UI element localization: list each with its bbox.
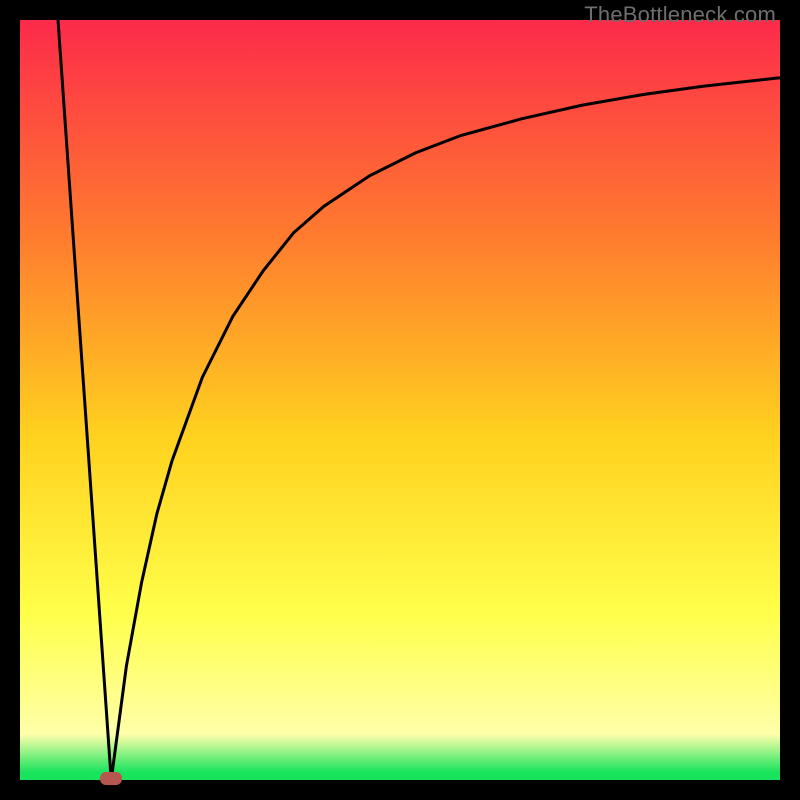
- watermark-text: TheBottleneck.com: [584, 2, 776, 28]
- gradient-background: [20, 20, 780, 780]
- chart-frame: [20, 20, 780, 780]
- optimum-marker: [100, 772, 122, 785]
- bottleneck-plot: [20, 20, 780, 780]
